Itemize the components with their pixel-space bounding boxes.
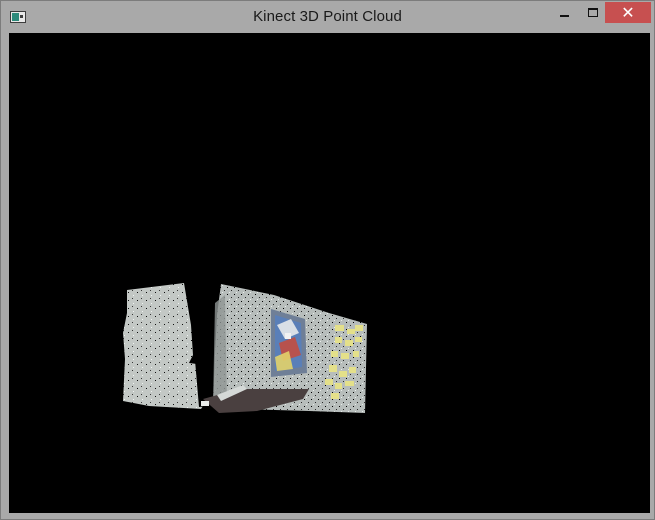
close-button[interactable]: ✕ — [605, 2, 651, 23]
title-bar[interactable]: Kinect 3D Point Cloud ✕ — [1, 1, 654, 33]
minimize-icon — [559, 14, 569, 17]
minimize-button[interactable] — [550, 2, 578, 23]
app-window: Kinect 3D Point Cloud ✕ — [0, 0, 655, 520]
maximize-button[interactable] — [579, 2, 606, 23]
maximize-icon — [587, 8, 598, 17]
poster-points — [271, 309, 307, 377]
floor-object-glint — [201, 401, 209, 406]
close-icon: ✕ — [621, 4, 635, 22]
left-wall-points — [123, 283, 205, 409]
point-cloud-viewport[interactable] — [9, 33, 650, 513]
point-cloud-render — [123, 283, 367, 413]
wall-edge-shadow — [213, 295, 227, 405]
